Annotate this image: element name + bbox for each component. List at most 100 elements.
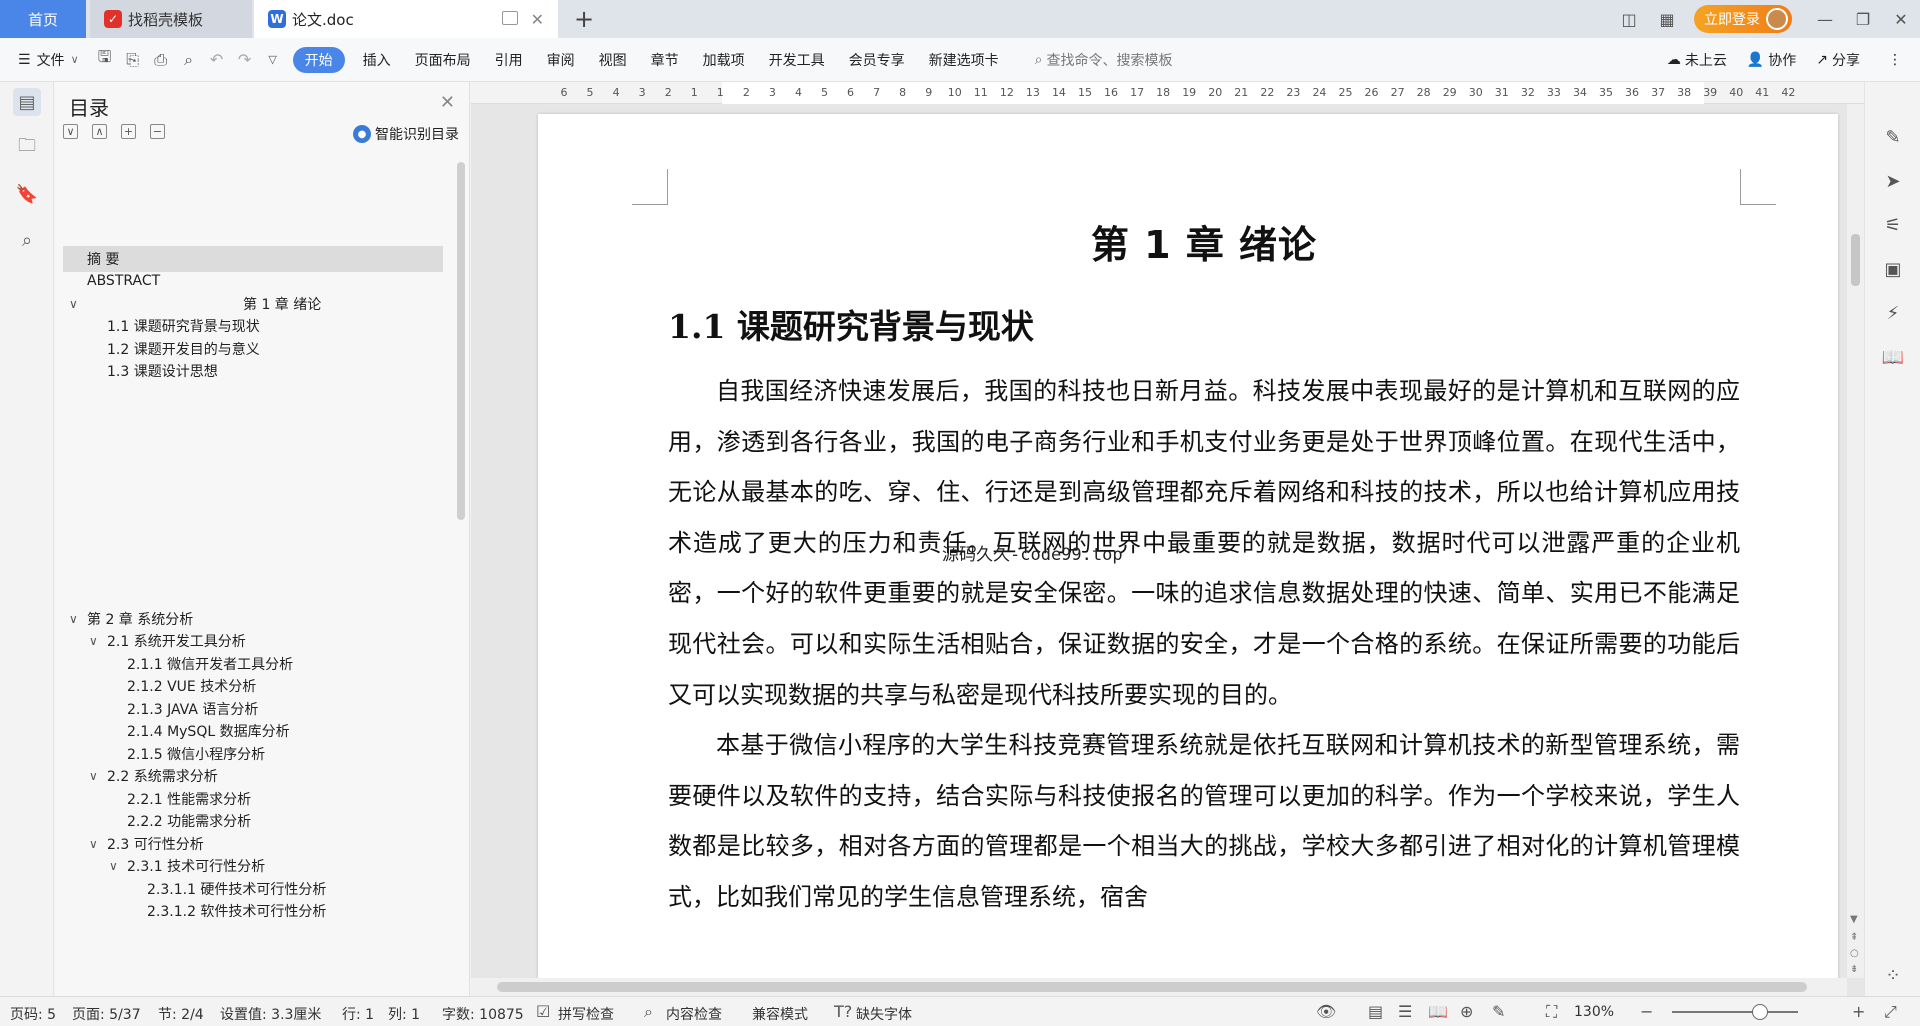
content-check-icon[interactable]: ⌕: [644, 1002, 653, 1022]
body-paragraph: 自我国经济快速发展后，我国的科技也日新月益。科技发展中表现最好的是计算机和互联网…: [668, 377, 1740, 709]
layout-icon[interactable]: ◫: [1610, 0, 1648, 38]
monitor-icon[interactable]: [502, 11, 518, 25]
menu-start[interactable]: 开始: [292, 46, 345, 73]
undo-icon[interactable]: ↶: [203, 38, 231, 82]
share-button[interactable]: ↗ 分享: [1806, 38, 1870, 82]
close-tab-icon[interactable]: ✕: [531, 10, 544, 29]
eye-protection-icon[interactable]: 👁: [1316, 1002, 1336, 1021]
cursor-icon[interactable]: ➤: [1880, 168, 1906, 194]
chevron-down-icon[interactable]: ∨: [89, 837, 98, 851]
menu-page-layout[interactable]: 页面布局: [403, 38, 483, 82]
apps-grid-icon[interactable]: ▦: [1648, 0, 1686, 38]
spell-check-button[interactable]: 拼写检查: [558, 1004, 614, 1024]
toc-item[interactable]: 1.3 课题设计思想: [63, 358, 443, 384]
content-check-button[interactable]: 内容检查: [666, 1004, 722, 1024]
menu-file[interactable]: ☰ 文件 ∨: [0, 38, 91, 82]
chapter-nav-icon[interactable]: 🗀: [13, 134, 41, 162]
missing-font-button[interactable]: 缺失字体: [856, 1004, 912, 1024]
ruler-tick-label: 33: [1546, 86, 1561, 99]
chevron-down-icon[interactable]: ∨: [89, 769, 98, 783]
menu-addins[interactable]: 加载项: [691, 38, 757, 82]
scroll-down-icon[interactable]: ▼: [1850, 914, 1858, 925]
menu-review[interactable]: 审阅: [535, 38, 587, 82]
tab-document[interactable]: W 论文.doc ✕: [254, 0, 558, 38]
more-dots-icon[interactable]: ⁘: [1880, 962, 1906, 988]
ruler-tick-label: 4: [794, 86, 802, 99]
smart-toc-button[interactable]: ● 智能识别目录: [353, 124, 459, 144]
bookmark-icon[interactable]: 🔖: [13, 180, 41, 208]
collapse-all-icon[interactable]: ∧: [92, 124, 107, 139]
page-view-icon[interactable]: ▤: [1368, 1002, 1383, 1021]
select-browse-icon[interactable]: ○: [1850, 948, 1859, 959]
chevron-down-icon[interactable]: ∨: [109, 859, 118, 873]
fit-page-icon[interactable]: ⛶: [1546, 1002, 1557, 1022]
vertical-scrollbar[interactable]: ▼ ⇞ ○ ⇟: [1847, 104, 1864, 978]
web-view-icon[interactable]: ⊕: [1460, 1002, 1473, 1021]
prev-page-icon[interactable]: ⇞: [1850, 932, 1858, 943]
horizontal-scrollbar[interactable]: [471, 978, 1847, 996]
close-window-icon[interactable]: ✕: [1882, 0, 1920, 38]
reading-view-icon[interactable]: 📖: [1428, 1002, 1448, 1021]
toc-scrollbar[interactable]: [457, 162, 465, 520]
status-word-count[interactable]: 字数: 10875: [442, 1004, 524, 1024]
chevron-down-icon[interactable]: ∨: [69, 297, 78, 311]
toc-panel-icon[interactable]: ▤: [13, 88, 41, 116]
menu-member[interactable]: 会员专享: [837, 38, 917, 82]
fullscreen-icon[interactable]: ⤢: [1884, 1002, 1897, 1022]
menu-new-tab[interactable]: 新建选项卡: [917, 38, 1011, 82]
collaborate-button[interactable]: 👤 协作: [1737, 38, 1806, 82]
adjust-icon[interactable]: ⚟: [1880, 212, 1906, 238]
restore-icon[interactable]: ❐: [1844, 0, 1882, 38]
horizontal-scroll-thumb[interactable]: [497, 982, 1807, 992]
menu-references[interactable]: 引用: [483, 38, 535, 82]
missing-font-icon[interactable]: T?: [834, 1002, 852, 1021]
chevron-down-icon[interactable]: ∨: [69, 612, 78, 626]
print-preview-icon[interactable]: ⌕: [175, 38, 203, 82]
search-panel-icon[interactable]: ⌕: [13, 226, 41, 254]
outline-view-icon[interactable]: ☰: [1398, 1002, 1412, 1021]
redo-icon[interactable]: ↷: [231, 38, 259, 82]
zoom-out-icon[interactable]: −: [1640, 1002, 1653, 1021]
save-icon[interactable]: 🖫: [91, 38, 119, 82]
login-button[interactable]: 立即登录: [1694, 5, 1792, 33]
more-options-icon[interactable]: ⋮: [1870, 38, 1920, 82]
toc-list: 摘 要 ABSTRACT ∨ 第 1 章 绪论 1.1 课题研究背景与现状 1.2…: [63, 164, 443, 984]
menu-developer[interactable]: 开发工具: [757, 38, 837, 82]
zoom-slider[interactable]: [1672, 1011, 1798, 1013]
expand-all-icon[interactable]: ∨: [63, 124, 78, 139]
toc-item[interactable]: 2.3.1.2 软件技术可行性分析: [63, 898, 443, 924]
zoom-slider-handle[interactable]: [1752, 1004, 1768, 1020]
document-page[interactable]: 第 1 章 绪论 1.1 课题研究背景与现状 自我国经济快速发展后，我国的科技也…: [538, 114, 1838, 996]
minimize-icon[interactable]: —: [1806, 0, 1844, 38]
vertical-scroll-thumb[interactable]: [1851, 234, 1860, 286]
print-icon[interactable]: ⎙: [147, 38, 175, 82]
menu-section[interactable]: 章节: [639, 38, 691, 82]
command-search[interactable]: ⌕ 查找命令、搜索模板: [1011, 38, 1185, 82]
book-icon[interactable]: 📖: [1880, 344, 1906, 370]
window-controls: ◫ ▦ 立即登录 — ❐ ✕: [1610, 0, 1920, 38]
image-edit-icon[interactable]: ▣: [1880, 256, 1906, 282]
close-icon[interactable]: ✕: [440, 92, 455, 113]
chevron-down-icon[interactable]: ∨: [89, 634, 98, 648]
quick-access-more-icon[interactable]: ▽: [259, 38, 287, 82]
write-view-icon[interactable]: ✎: [1492, 1002, 1505, 1021]
ruler-tick-label: 40: [1729, 86, 1744, 99]
flash-icon[interactable]: ⚡: [1880, 300, 1906, 326]
tab-home[interactable]: 首页: [0, 0, 86, 38]
toc-item-label: 2.2.2 功能需求分析: [127, 814, 252, 830]
zoom-level[interactable]: 130%: [1574, 1004, 1614, 1020]
horizontal-ruler[interactable]: 6 5 4 3 2 1 1 2 3 4 5 6 7 8 9 10 11 12 13 14 15 16 17 18 19 20 21 2…: [471, 82, 1864, 104]
zoom-in-icon[interactable]: +: [1852, 1002, 1865, 1021]
new-tab-button[interactable]: +: [574, 5, 594, 33]
cloud-status-button[interactable]: ☁ 未上云: [1657, 38, 1737, 82]
pen-icon[interactable]: ✎: [1880, 124, 1906, 150]
status-page[interactable]: 页面: 5/37: [72, 1004, 141, 1024]
menu-view[interactable]: 视图: [587, 38, 639, 82]
add-heading-icon[interactable]: +: [121, 124, 136, 139]
next-page-icon[interactable]: ⇟: [1850, 964, 1858, 975]
remove-heading-icon[interactable]: −: [150, 124, 165, 139]
tab-template[interactable]: ✓ 找稻壳模板: [90, 0, 252, 38]
menu-insert[interactable]: 插入: [351, 38, 403, 82]
checkbox-icon[interactable]: ☑: [536, 1002, 550, 1021]
export-icon[interactable]: ⎘: [119, 38, 147, 82]
